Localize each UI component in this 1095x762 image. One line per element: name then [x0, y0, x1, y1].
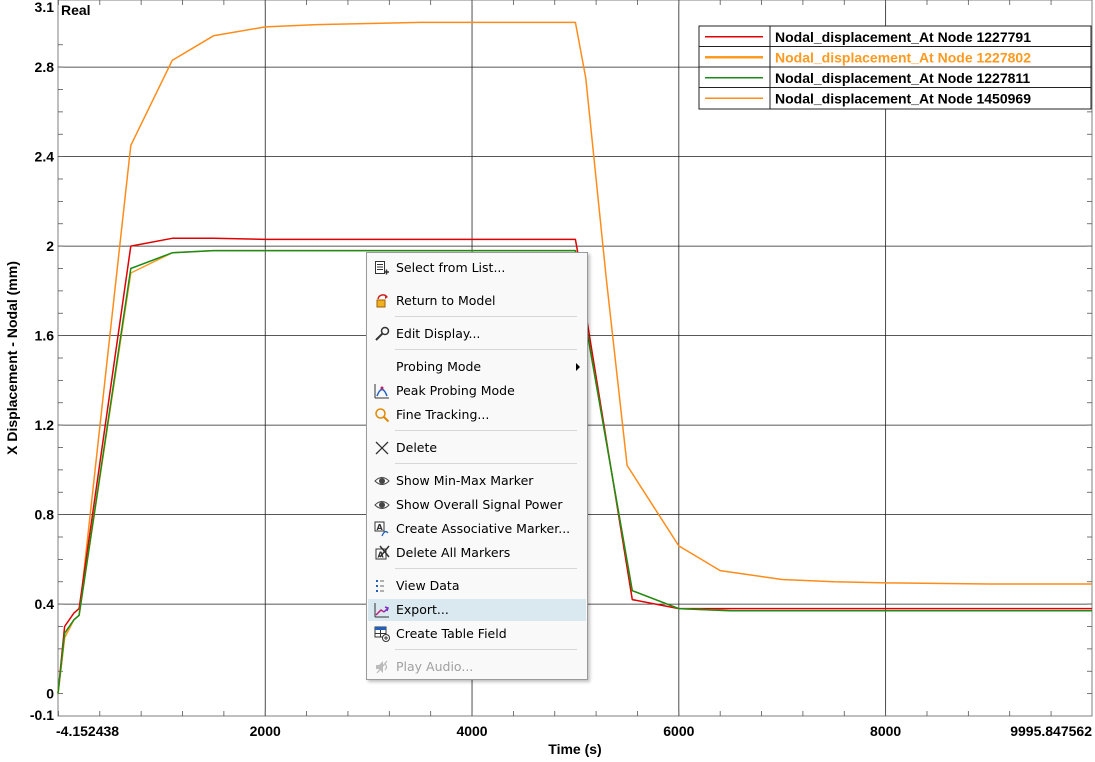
- list-select-icon: [374, 260, 390, 276]
- menu-item-probing-mode[interactable]: Probing Mode: [368, 356, 586, 378]
- menu-separator: [395, 316, 577, 317]
- y-tick-label: 0.4: [35, 596, 55, 612]
- table-add-icon: [374, 626, 390, 642]
- menu-separator: [395, 430, 577, 431]
- delete-markers-icon: A: [374, 545, 390, 561]
- legend-entry-4[interactable]: Nodal_displacement_At Node 1450969: [775, 90, 1031, 106]
- y-tick-label: 2.4: [35, 149, 55, 165]
- context-menu: Select from List... Return to Model Edit…: [366, 252, 588, 680]
- legend-entry-1[interactable]: Nodal_displacement_At Node 1227791: [775, 29, 1031, 45]
- wrench-icon: [374, 326, 390, 342]
- return-model-icon: [374, 293, 390, 309]
- legend-entry-3[interactable]: Nodal_displacement_At Node 1227811: [775, 70, 1030, 86]
- x-axis-label: Time (s): [548, 741, 601, 757]
- peak-probe-icon: [374, 383, 390, 399]
- y-tick-label: 2.8: [35, 59, 55, 75]
- y-tick-label: 3.1: [35, 0, 55, 15]
- menu-item-label: Show Min-Max Marker: [396, 473, 534, 488]
- y-tick-label: 0: [46, 686, 54, 702]
- y-tick-label: 0.8: [35, 507, 55, 523]
- x-tick-label: 6000: [663, 723, 694, 739]
- data-list-icon: [374, 578, 390, 594]
- legend-entry-2[interactable]: Nodal_displacement_At Node 1227802: [775, 49, 1031, 65]
- x-tick-label: 2000: [250, 723, 281, 739]
- menu-item-select-from-list[interactable]: Select from List...: [368, 257, 586, 279]
- menu-separator: [395, 649, 577, 650]
- menu-item-edit-display[interactable]: Edit Display...: [368, 323, 586, 345]
- menu-item-show-overall-signal-power[interactable]: Show Overall Signal Power: [368, 494, 586, 516]
- menu-item-label: Create Associative Marker...: [396, 521, 571, 536]
- magnifier-icon: [374, 407, 390, 423]
- menu-item-label: Delete: [396, 440, 438, 455]
- menu-item-fine-tracking[interactable]: Fine Tracking...: [368, 404, 586, 426]
- menu-separator: [395, 463, 577, 464]
- menu-item-delete-all-markers[interactable]: A Delete All Markers: [368, 542, 586, 564]
- x-tick-label: 8000: [870, 723, 901, 739]
- export-chart-icon: [374, 602, 390, 618]
- menu-item-label: Play Audio...: [396, 659, 474, 674]
- menu-item-label: Select from List...: [396, 260, 506, 275]
- menu-item-label: Delete All Markers: [396, 545, 511, 560]
- marker-icon: A: [374, 521, 390, 537]
- y-tick-label: -0.1: [30, 707, 54, 723]
- menu-item-label: Return to Model: [396, 293, 496, 308]
- legend[interactable]: Nodal_displacement_At Node 1227791 Nodal_…: [698, 25, 1092, 110]
- menu-item-view-data[interactable]: View Data: [368, 575, 586, 597]
- menu-item-label: View Data: [396, 578, 460, 593]
- menu-separator: [395, 568, 577, 569]
- menu-item-peak-probing-mode[interactable]: Peak Probing Mode: [368, 380, 586, 402]
- menu-item-export[interactable]: Export...: [368, 599, 586, 621]
- menu-item-delete[interactable]: Delete: [368, 437, 586, 459]
- eye-icon: [374, 473, 390, 489]
- menu-item-show-min-max-marker[interactable]: Show Min-Max Marker: [368, 470, 586, 492]
- y-tick-label: 1.2: [35, 417, 55, 433]
- x-tick-label: 4000: [456, 723, 487, 739]
- menu-item-label: Fine Tracking...: [396, 407, 490, 422]
- eye-icon: [374, 497, 390, 513]
- corner-label: Real: [61, 2, 91, 18]
- menu-item-label: Show Overall Signal Power: [396, 497, 563, 512]
- menu-item-play-audio[interactable]: Play Audio...: [368, 656, 586, 678]
- cross-icon: [374, 440, 390, 456]
- menu-item-label: Create Table Field: [396, 626, 507, 641]
- menu-item-label: Export...: [396, 602, 449, 617]
- y-axis-label: X Displacement - Nodal (mm): [4, 261, 20, 455]
- menu-item-label: Probing Mode: [396, 359, 482, 374]
- submenu-arrow-icon: [576, 363, 580, 371]
- menu-item-create-associative-marker[interactable]: A Create Associative Marker...: [368, 518, 586, 540]
- y-tick-label: 1.6: [35, 328, 55, 344]
- svg-text:A: A: [377, 523, 384, 532]
- menu-item-create-table-field[interactable]: Create Table Field: [368, 623, 586, 645]
- x-tick-label: 9995.847562: [1010, 723, 1092, 739]
- x-tick-label: -4.152438: [56, 723, 119, 739]
- menu-item-return-to-model[interactable]: Return to Model: [368, 290, 586, 312]
- audio-icon: [374, 659, 390, 675]
- menu-item-label: Edit Display...: [396, 326, 481, 341]
- menu-item-label: Peak Probing Mode: [396, 383, 515, 398]
- menu-separator: [395, 349, 577, 350]
- y-tick-label: 2: [46, 238, 54, 254]
